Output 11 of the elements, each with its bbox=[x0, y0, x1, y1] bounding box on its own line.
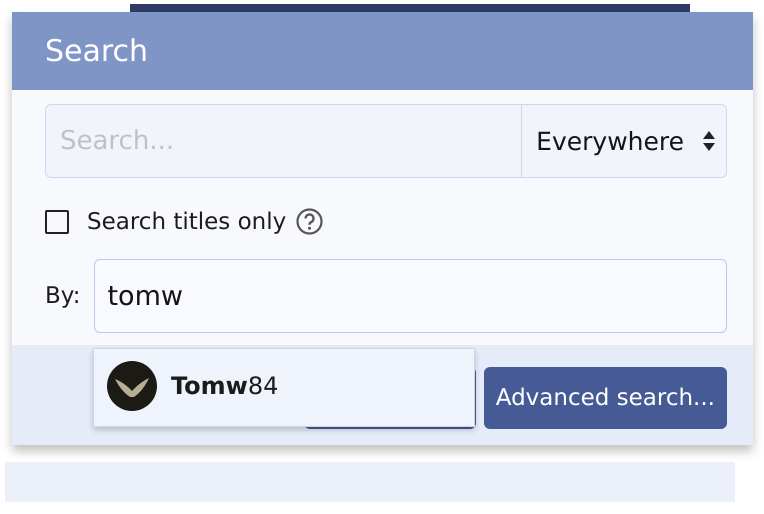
by-label: By: bbox=[45, 283, 80, 309]
member-field[interactable]: tomw bbox=[94, 259, 727, 333]
avatar-icon bbox=[107, 361, 157, 411]
checkbox[interactable] bbox=[45, 210, 69, 234]
suggestion-item[interactable]: Tomw84 bbox=[171, 372, 278, 400]
advanced-search-button[interactable]: Advanced search... bbox=[484, 367, 727, 429]
checkbox-label[interactable]: Search titles only bbox=[87, 208, 286, 234]
sort-caret-icon bbox=[702, 130, 716, 152]
scope-select[interactable]: Everywhere bbox=[522, 104, 727, 178]
dialog-title: Search bbox=[45, 34, 148, 68]
help-icon[interactable] bbox=[296, 208, 324, 235]
